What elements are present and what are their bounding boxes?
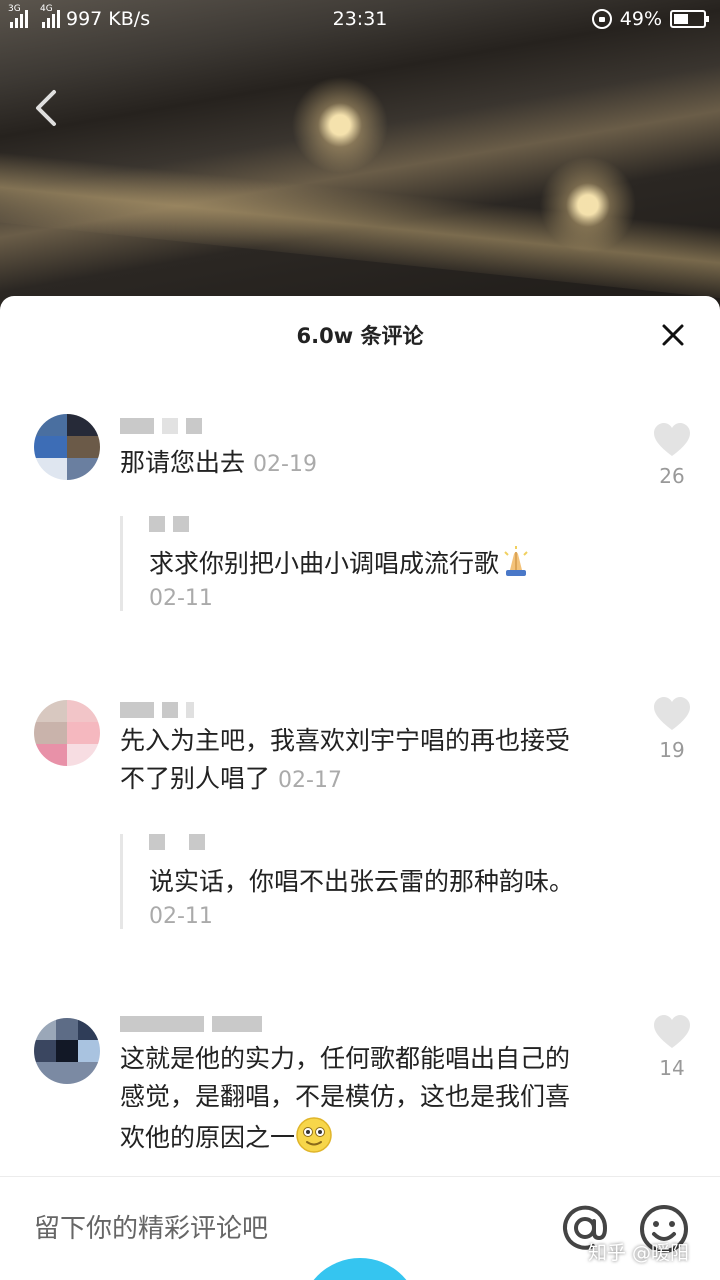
comment-input[interactable] bbox=[34, 1207, 514, 1251]
back-arrow-icon bbox=[36, 90, 56, 126]
comment-date: 02-17 bbox=[278, 768, 342, 793]
comment-text: 先入为主吧，我喜欢刘宇宁唱的再也接受不了别人唱了 02-17 bbox=[120, 722, 590, 800]
reply-date: 02-11 bbox=[149, 904, 213, 929]
status-right: 49% bbox=[591, 8, 709, 30]
like-count: 19 bbox=[659, 738, 685, 762]
comment-text: 那请您出去 02-19 bbox=[120, 444, 590, 484]
network-type-2: 4G bbox=[40, 4, 53, 14]
reply-username-masked bbox=[149, 834, 660, 850]
rotation-lock-icon bbox=[591, 9, 612, 29]
avatar[interactable] bbox=[34, 414, 100, 480]
status-bar: 3G 4G 997 KB/s 23:31 49% bbox=[0, 0, 720, 38]
close-icon bbox=[662, 324, 684, 346]
reply-text: 求求你别把小曲小调唱成流行歌 bbox=[149, 546, 660, 582]
reply-username-masked bbox=[149, 516, 660, 532]
network-speed: 997 KB/s bbox=[66, 8, 151, 30]
heart-icon bbox=[654, 423, 690, 456]
back-button[interactable] bbox=[30, 88, 66, 128]
battery-percent: 49% bbox=[619, 8, 662, 30]
reply-block[interactable]: 求求你别把小曲小调唱成流行歌 02-11 bbox=[120, 516, 660, 611]
username-masked[interactable] bbox=[120, 702, 194, 718]
avatar[interactable] bbox=[34, 1018, 100, 1084]
pray-emoji-icon bbox=[504, 546, 528, 576]
reply-block[interactable]: 说实话，你唱不出张云雷的那种韵味。 02-11 bbox=[120, 834, 660, 929]
comment-text: 这就是他的实力，任何歌都能唱出自己的感觉，是翻唱，不是模仿，这也是我们喜欢他的原… bbox=[120, 1040, 570, 1157]
video-beam bbox=[0, 150, 720, 302]
username-masked[interactable] bbox=[120, 1016, 262, 1032]
video-background[interactable] bbox=[0, 0, 720, 330]
username-masked[interactable] bbox=[120, 418, 202, 434]
watermark: 知乎 @暖阳 bbox=[588, 1242, 690, 1264]
signal-icon-1: 3G bbox=[8, 4, 28, 28]
reply-text: 说实话，你唱不出张云雷的那种韵味。 bbox=[149, 867, 575, 896]
battery-icon bbox=[670, 10, 709, 28]
avatar[interactable] bbox=[34, 700, 100, 766]
battery-fill bbox=[674, 14, 688, 24]
heart-icon bbox=[654, 697, 690, 730]
reply-body: 求求你别把小曲小调唱成流行歌 bbox=[149, 549, 500, 578]
network-type-1: 3G bbox=[8, 4, 21, 14]
like-button[interactable]: 14 bbox=[648, 1014, 696, 1080]
comment-body: 先入为主吧，我喜欢刘宇宁唱的再也接受不了别人唱了 bbox=[120, 726, 571, 793]
like-button[interactable]: 19 bbox=[648, 696, 696, 762]
like-button[interactable]: 26 bbox=[648, 422, 696, 488]
comment-body: 这就是他的实力，任何歌都能唱出自己的感觉，是翻唱，不是模仿，这也是我们喜欢他的原… bbox=[120, 1044, 571, 1152]
sheet-header: 6.0w 条评论 bbox=[0, 296, 720, 376]
status-left: 3G 4G 997 KB/s bbox=[8, 4, 151, 30]
comments-sheet: 6.0w 条评论 那请您出去 02-19 26 求求你别把小曲小调唱成流行歌 0… bbox=[0, 296, 720, 1280]
close-button[interactable] bbox=[660, 322, 686, 348]
comment-body: 那请您出去 bbox=[120, 448, 246, 477]
smile-emoji-icon bbox=[296, 1117, 332, 1153]
comment-date: 02-19 bbox=[253, 452, 317, 477]
like-count: 14 bbox=[659, 1056, 685, 1080]
heart-icon bbox=[654, 1015, 690, 1048]
like-count: 26 bbox=[659, 464, 685, 488]
signal-icon-2: 4G bbox=[40, 4, 60, 28]
reply-date: 02-11 bbox=[149, 586, 213, 611]
comments-count-title: 6.0w 条评论 bbox=[296, 324, 424, 348]
